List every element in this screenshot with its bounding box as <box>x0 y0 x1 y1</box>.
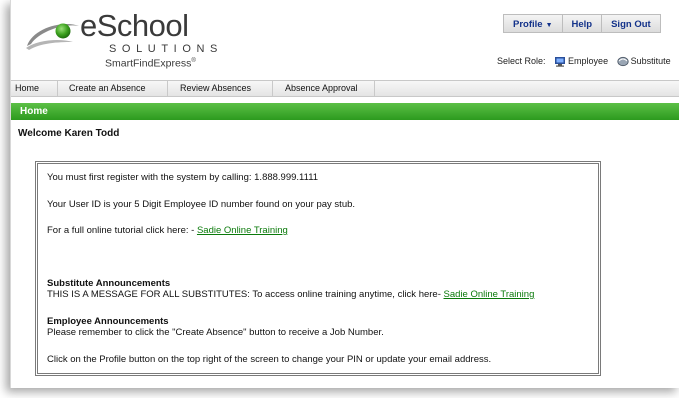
tutorial-link[interactable]: Sadie Online Training <box>197 225 288 236</box>
role-label: Select Role: <box>497 56 546 66</box>
user-id-text: Your User ID is your 5 Digit Employee ID… <box>47 199 356 210</box>
trademark-mark: ® <box>191 58 196 64</box>
substitute-announcements-heading: Substitute Announcements <box>47 278 171 289</box>
substitute-announcement-line: THIS IS A MESSAGE FOR ALL SUBSTITUTES: T… <box>47 289 534 300</box>
caret-down-icon: ▼ <box>545 22 553 29</box>
main-nav: Home Create an Absence Review Absences A… <box>11 80 679 97</box>
sign-out-button[interactable]: Sign Out <box>602 14 661 33</box>
app-page: eSchool SOLUTIONS SmartFindExpress® Prof… <box>10 0 679 388</box>
nav-home[interactable]: Home <box>11 81 58 96</box>
profile-button-label: Profile <box>513 19 543 30</box>
logo-solutions-text: SOLUTIONS <box>109 43 223 55</box>
substitute-icon[interactable] <box>616 56 629 67</box>
substitute-training-link[interactable]: Sadie Online Training <box>444 289 535 300</box>
role-selector: Select Role: Employee Substitute <box>497 56 671 67</box>
tutorial-prefix: For a full online tutorial click here: - <box>47 225 197 236</box>
nav-review-absences[interactable]: Review Absences <box>168 81 273 96</box>
profile-note-text: Click on the Profile button on the top r… <box>47 354 492 365</box>
welcome-message: Welcome Karen Todd <box>18 128 120 139</box>
help-button[interactable]: Help <box>562 14 603 33</box>
nav-create-absence[interactable]: Create an Absence <box>58 81 168 96</box>
tutorial-line: For a full online tutorial click here: -… <box>47 225 288 236</box>
employee-announcements-heading: Employee Announcements <box>47 316 169 327</box>
register-text: You must first register with the system … <box>47 172 319 183</box>
substitute-announcement-text: THIS IS A MESSAGE FOR ALL SUBSTITUTES: T… <box>47 289 444 300</box>
employee-icon[interactable] <box>554 56 566 67</box>
role-substitute-link[interactable]: Substitute <box>631 56 671 66</box>
header: eSchool SOLUTIONS SmartFindExpress® Prof… <box>11 0 679 80</box>
top-button-group: Profile ▼ Help Sign Out <box>503 14 661 33</box>
eschool-logo[interactable]: eSchool SOLUTIONS SmartFindExpress® <box>23 8 233 72</box>
logo-swoosh-icon <box>26 23 79 50</box>
logo-product-name: SmartFindExpress <box>105 57 192 70</box>
logo-product-text: SmartFindExpress® <box>105 55 196 70</box>
employee-announcement-text: Please remember to click the "Create Abs… <box>47 327 384 338</box>
announcements-box: You must first register with the system … <box>35 161 601 376</box>
nav-absence-approval[interactable]: Absence Approval <box>273 81 375 96</box>
profile-button[interactable]: Profile ▼ <box>503 14 563 33</box>
logo-brand-text: eSchool <box>80 8 189 43</box>
section-title-bar: Home <box>11 103 679 120</box>
role-employee-link[interactable]: Employee <box>568 56 608 66</box>
